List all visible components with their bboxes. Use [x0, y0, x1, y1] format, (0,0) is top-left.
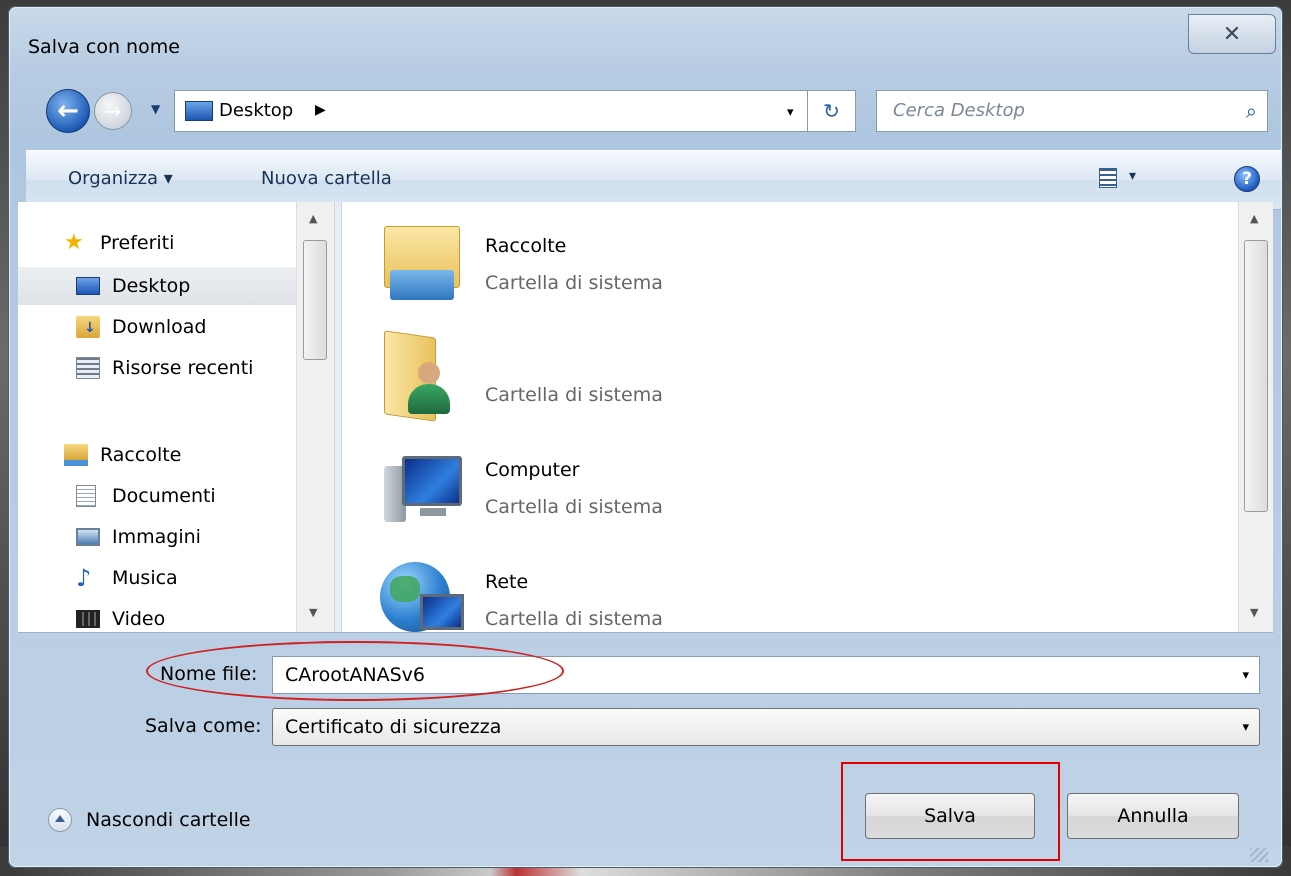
new-folder-button[interactable]: Nuova cartella — [261, 168, 392, 189]
address-location[interactable]: Desktop — [219, 100, 293, 121]
history-dropdown-icon[interactable]: ▼ — [151, 102, 160, 116]
nav-recent[interactable]: Risorse recenti — [18, 349, 314, 387]
view-options-button[interactable]: ▾ — [1099, 168, 1159, 192]
view-details-icon — [1099, 168, 1117, 188]
cancel-button[interactable]: Annulla — [1067, 793, 1239, 839]
help-button[interactable]: ? — [1234, 166, 1260, 192]
pane-splitter[interactable] — [334, 202, 342, 632]
back-arrow-icon: ← — [57, 96, 79, 126]
annotation-highlight-box — [841, 762, 1060, 861]
resize-grip[interactable] — [1250, 848, 1268, 862]
hide-folders-button[interactable]: Nascondi cartelle — [48, 808, 251, 832]
nav-desktop[interactable]: Desktop — [18, 267, 314, 305]
nav-pane-scrollbar[interactable]: ▲ ▼ — [296, 202, 334, 632]
star-icon: ★ — [64, 230, 84, 255]
file-type: Cartella di sistema — [485, 272, 663, 294]
file-list-scrollbar[interactable]: ▲ ▼ — [1238, 202, 1273, 632]
network-icon — [380, 556, 464, 640]
nav-video[interactable]: Video — [18, 600, 314, 632]
scroll-down-icon[interactable]: ▼ — [309, 606, 317, 619]
scroll-thumb[interactable] — [1244, 240, 1268, 512]
desktop-icon — [76, 277, 100, 295]
command-toolbar: Organizza ▾ Nuova cartella ▾ ? — [26, 150, 1281, 210]
documents-icon — [76, 485, 96, 507]
nav-pictures[interactable]: Immagini — [18, 518, 314, 556]
refresh-button[interactable]: ↻ — [808, 90, 856, 132]
music-icon: ♪ — [76, 564, 92, 592]
view-dropdown-icon: ▾ — [1129, 168, 1137, 184]
search-input[interactable]: Cerca Desktop ⌕ — [876, 90, 1268, 132]
nav-item-label: Musica — [112, 567, 178, 589]
file-type: Cartella di sistema — [485, 496, 663, 518]
navigation-pane: ★ Preferiti Desktop ↓ Download Risorse r… — [18, 202, 314, 632]
desktop-icon — [185, 101, 213, 121]
computer-icon — [380, 444, 464, 528]
file-name: Rete — [485, 571, 529, 593]
address-bar[interactable]: Desktop ▶ ▾ — [174, 90, 808, 132]
file-item-user[interactable]: Cartella di sistema — [380, 330, 1080, 432]
divider — [18, 632, 1273, 633]
window-title: Salva con nome — [28, 36, 180, 58]
file-type: Cartella di sistema — [485, 608, 663, 630]
scroll-thumb[interactable] — [303, 240, 327, 360]
scroll-up-icon[interactable]: ▲ — [309, 212, 317, 225]
address-dropdown-icon[interactable]: ▾ — [787, 105, 794, 120]
scroll-up-icon[interactable]: ▲ — [1250, 212, 1258, 225]
file-type: Cartella di sistema — [485, 384, 663, 406]
nav-download[interactable]: ↓ Download — [18, 308, 314, 346]
annotation-oval — [146, 641, 564, 701]
download-folder-icon: ↓ — [76, 316, 100, 338]
forward-button[interactable]: → — [94, 92, 132, 130]
nav-item-label: Immagini — [112, 526, 201, 548]
nav-item-label: Risorse recenti — [112, 357, 254, 379]
file-name: Computer — [485, 459, 580, 481]
nav-item-label: Raccolte — [100, 444, 182, 466]
user-folder-icon — [380, 330, 464, 422]
file-item-computer[interactable]: Computer Cartella di sistema — [380, 444, 1080, 544]
file-list: Raccolte Cartella di sistema Cartella di… — [342, 202, 1238, 632]
nav-item-label: Desktop — [112, 275, 191, 297]
file-name: Raccolte — [485, 235, 567, 257]
back-button[interactable]: ← — [46, 89, 90, 133]
libraries-folder-icon — [380, 220, 464, 304]
nav-item-label: Video — [112, 608, 166, 630]
refresh-icon: ↻ — [823, 99, 840, 123]
video-icon — [76, 610, 100, 628]
nav-item-label: Download — [112, 316, 207, 338]
savetype-label: Salva come: — [145, 715, 262, 737]
chevron-up-icon — [48, 808, 72, 832]
filename-dropdown-icon[interactable]: ▾ — [1242, 668, 1249, 683]
nav-libraries[interactable]: Raccolte — [18, 436, 314, 474]
recent-places-icon — [76, 357, 100, 379]
close-icon: ✕ — [1222, 21, 1242, 47]
pictures-icon — [76, 528, 100, 546]
savetype-value: Certificato di sicurezza — [285, 716, 502, 738]
nav-item-label: Documenti — [112, 485, 216, 507]
address-chevron-icon[interactable]: ▶ — [315, 102, 326, 118]
savetype-dropdown-icon[interactable]: ▾ — [1242, 720, 1249, 735]
file-item-network[interactable]: Rete Cartella di sistema — [380, 556, 1080, 656]
scroll-down-icon[interactable]: ▼ — [1250, 606, 1258, 619]
search-icon[interactable]: ⌕ — [1246, 99, 1257, 123]
hide-folders-label: Nascondi cartelle — [86, 809, 251, 831]
search-placeholder: Cerca Desktop — [893, 100, 1025, 121]
nav-item-label: Preferiti — [100, 232, 175, 254]
organize-menu-button[interactable]: Organizza ▾ — [68, 168, 173, 189]
forward-arrow-icon: → — [104, 99, 122, 123]
close-button[interactable]: ✕ — [1188, 14, 1276, 54]
libraries-icon — [64, 444, 88, 466]
nav-documents[interactable]: Documenti — [18, 477, 314, 515]
file-item-libraries[interactable]: Raccolte Cartella di sistema — [380, 220, 1080, 320]
nav-music[interactable]: ♪ Musica — [18, 559, 314, 597]
nav-favorites[interactable]: ★ Preferiti — [18, 224, 314, 262]
savetype-select[interactable]: Certificato di sicurezza ▾ — [272, 708, 1260, 746]
